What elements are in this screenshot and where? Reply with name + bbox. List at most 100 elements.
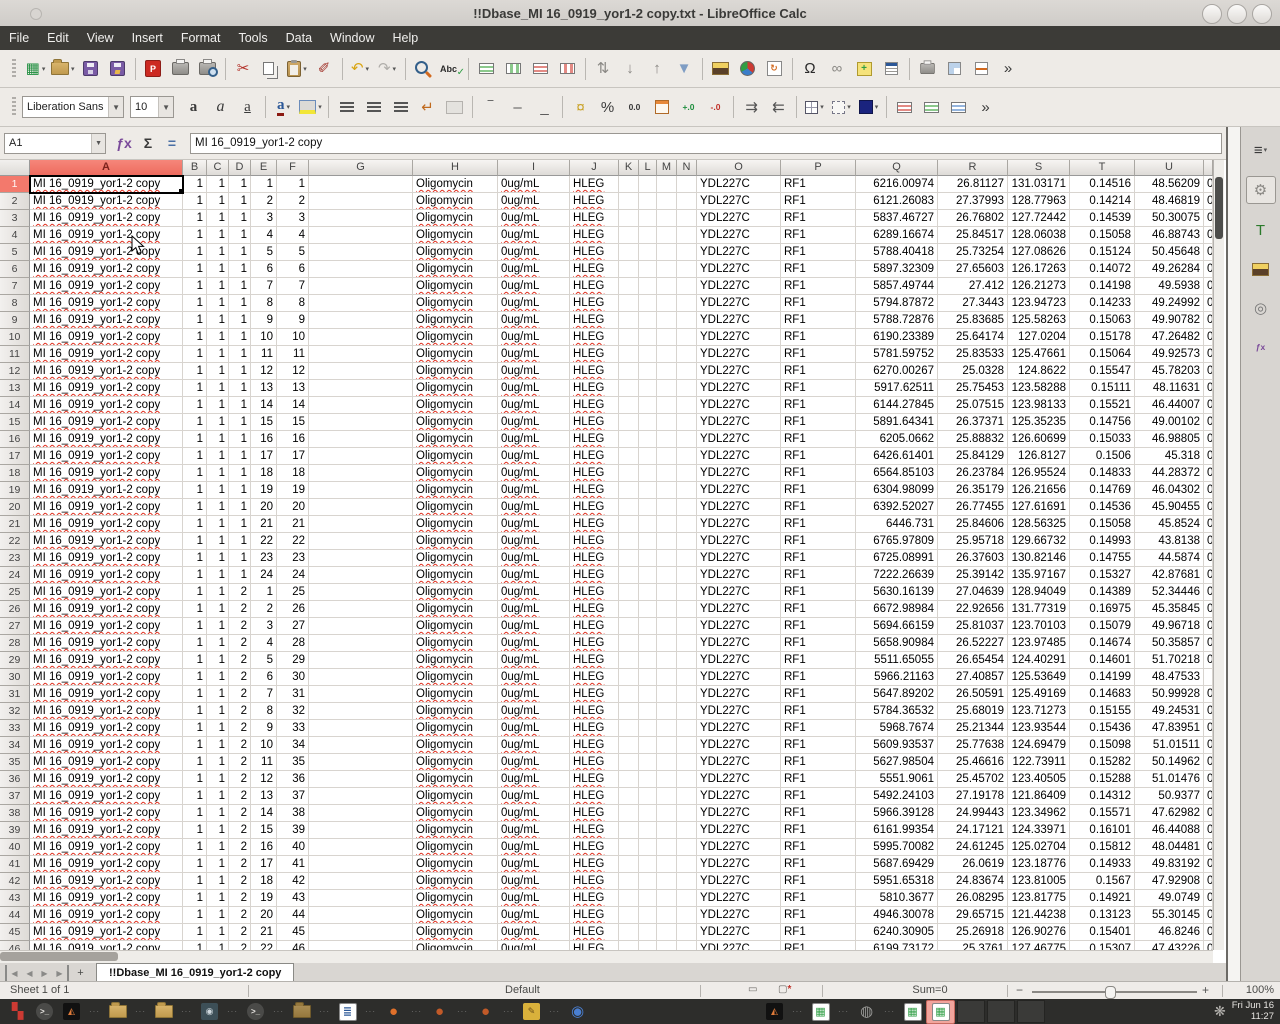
cell-R5[interactable]: 25.73254 bbox=[938, 244, 1008, 261]
cell-B23[interactable]: 1 bbox=[183, 550, 207, 567]
cell-K13[interactable] bbox=[619, 380, 639, 397]
cell-C2[interactable]: 1 bbox=[207, 193, 229, 210]
cell-O30[interactable]: YDL227C bbox=[697, 669, 781, 686]
cell-Q6[interactable]: 5897.32309 bbox=[856, 261, 938, 278]
menu-edit[interactable]: Edit bbox=[38, 26, 78, 50]
cell-K3[interactable] bbox=[619, 210, 639, 227]
cell-H1[interactable]: Oligomycin bbox=[413, 176, 498, 193]
cell-V25[interactable]: 0. bbox=[1204, 584, 1213, 601]
cell-V16[interactable]: 0. bbox=[1204, 431, 1213, 448]
cell-Q32[interactable]: 5784.36532 bbox=[856, 703, 938, 720]
cell-F34[interactable]: 34 bbox=[277, 737, 309, 754]
cell-N21[interactable] bbox=[677, 516, 697, 533]
cell-N42[interactable] bbox=[677, 873, 697, 890]
cell-R28[interactable]: 26.52227 bbox=[938, 635, 1008, 652]
cell-M14[interactable] bbox=[657, 397, 677, 414]
cell-R37[interactable]: 27.19178 bbox=[938, 788, 1008, 805]
cell-K27[interactable] bbox=[619, 618, 639, 635]
cell-P37[interactable]: RF1 bbox=[781, 788, 856, 805]
cell-K24[interactable] bbox=[619, 567, 639, 584]
cell-L25[interactable] bbox=[639, 584, 657, 601]
cell-Q18[interactable]: 6564.85103 bbox=[856, 465, 938, 482]
cell-O21[interactable]: YDL227C bbox=[697, 516, 781, 533]
cell-E46[interactable]: 22 bbox=[251, 941, 277, 950]
cell-M27[interactable] bbox=[657, 618, 677, 635]
settings-app-button[interactable]: ◍ bbox=[853, 1001, 880, 1023]
column-header-O[interactable]: O bbox=[697, 160, 781, 176]
cell-V21[interactable]: 0. bbox=[1204, 516, 1213, 533]
cell-B30[interactable]: 1 bbox=[183, 669, 207, 686]
cell-H42[interactable]: Oligomycin bbox=[413, 873, 498, 890]
cell-I24[interactable]: 0ug/mL bbox=[498, 567, 570, 584]
cell-K11[interactable] bbox=[619, 346, 639, 363]
cell-F17[interactable]: 17 bbox=[277, 448, 309, 465]
cell-N16[interactable] bbox=[677, 431, 697, 448]
column-header-J[interactable]: J bbox=[570, 160, 619, 176]
cell-M25[interactable] bbox=[657, 584, 677, 601]
cell-M40[interactable] bbox=[657, 839, 677, 856]
terminal-2-button[interactable]: >_ bbox=[242, 1001, 269, 1023]
cell-L45[interactable] bbox=[639, 924, 657, 941]
cell-H34[interactable]: Oligomycin bbox=[413, 737, 498, 754]
cell-A17[interactable]: MI 16_0919_yor1-2 copy bbox=[30, 448, 183, 465]
cell-D23[interactable]: 1 bbox=[229, 550, 251, 567]
cell-P38[interactable]: RF1 bbox=[781, 805, 856, 822]
cell-M23[interactable] bbox=[657, 550, 677, 567]
cell-I30[interactable]: 0ug/mL bbox=[498, 669, 570, 686]
cell-M29[interactable] bbox=[657, 652, 677, 669]
cell-L39[interactable] bbox=[639, 822, 657, 839]
cell-A16[interactable]: MI 16_0919_yor1-2 copy bbox=[30, 431, 183, 448]
cell-K28[interactable] bbox=[619, 635, 639, 652]
cell-U32[interactable]: 49.24531 bbox=[1135, 703, 1204, 720]
cell-N9[interactable] bbox=[677, 312, 697, 329]
cell-L16[interactable] bbox=[639, 431, 657, 448]
cell-R16[interactable]: 25.88832 bbox=[938, 431, 1008, 448]
row-header-17[interactable]: 17 bbox=[0, 448, 30, 465]
cell-H36[interactable]: Oligomycin bbox=[413, 771, 498, 788]
row-header-11[interactable]: 11 bbox=[0, 346, 30, 363]
cell-C24[interactable]: 1 bbox=[207, 567, 229, 584]
cell-Q12[interactable]: 6270.00267 bbox=[856, 363, 938, 380]
cell-B44[interactable]: 1 bbox=[183, 907, 207, 924]
cell-B10[interactable]: 1 bbox=[183, 329, 207, 346]
cell-C34[interactable]: 1 bbox=[207, 737, 229, 754]
writer-button[interactable]: ≣ bbox=[334, 1001, 361, 1023]
cell-S24[interactable]: 135.97167 bbox=[1008, 567, 1070, 584]
cell-A14[interactable]: MI 16_0919_yor1-2 copy bbox=[30, 397, 183, 414]
cell-C15[interactable]: 1 bbox=[207, 414, 229, 431]
cell-S17[interactable]: 126.8127 bbox=[1008, 448, 1070, 465]
cell-D13[interactable]: 1 bbox=[229, 380, 251, 397]
cell-I25[interactable]: 0ug/mL bbox=[498, 584, 570, 601]
cell-Q19[interactable]: 6304.98099 bbox=[856, 482, 938, 499]
cell-L1[interactable] bbox=[639, 176, 657, 193]
cell-N7[interactable] bbox=[677, 278, 697, 295]
cell-T38[interactable]: 0.15571 bbox=[1070, 805, 1135, 822]
cell-M17[interactable] bbox=[657, 448, 677, 465]
cell-E8[interactable]: 8 bbox=[251, 295, 277, 312]
cell-L3[interactable] bbox=[639, 210, 657, 227]
cell-P31[interactable]: RF1 bbox=[781, 686, 856, 703]
browser-blue-button[interactable]: ◉ bbox=[564, 1001, 591, 1023]
cell-U26[interactable]: 45.35845 bbox=[1135, 601, 1204, 618]
cell-K6[interactable] bbox=[619, 261, 639, 278]
cell-F6[interactable]: 6 bbox=[277, 261, 309, 278]
font-color-button[interactable]: a▾ bbox=[270, 94, 297, 120]
functions-button[interactable]: ƒx bbox=[1247, 334, 1275, 360]
center-vertically-button[interactable]: – bbox=[504, 94, 531, 120]
previous-sheet-button[interactable]: ◀ bbox=[22, 965, 37, 981]
cell-H46[interactable]: Oligomycin bbox=[413, 941, 498, 950]
cell-E17[interactable]: 17 bbox=[251, 448, 277, 465]
cell-B35[interactable]: 1 bbox=[183, 754, 207, 771]
cell-B31[interactable]: 1 bbox=[183, 686, 207, 703]
cell-R21[interactable]: 25.84606 bbox=[938, 516, 1008, 533]
cell-O15[interactable]: YDL227C bbox=[697, 414, 781, 431]
cell-D6[interactable]: 1 bbox=[229, 261, 251, 278]
cell-N29[interactable] bbox=[677, 652, 697, 669]
cell-R36[interactable]: 25.45702 bbox=[938, 771, 1008, 788]
cell-J16[interactable]: HLEG bbox=[570, 431, 619, 448]
cell-F5[interactable]: 5 bbox=[277, 244, 309, 261]
cell-Q25[interactable]: 5630.16139 bbox=[856, 584, 938, 601]
menu-tools[interactable]: Tools bbox=[229, 26, 276, 50]
cell-H43[interactable]: Oligomycin bbox=[413, 890, 498, 907]
cell-J10[interactable]: HLEG bbox=[570, 329, 619, 346]
